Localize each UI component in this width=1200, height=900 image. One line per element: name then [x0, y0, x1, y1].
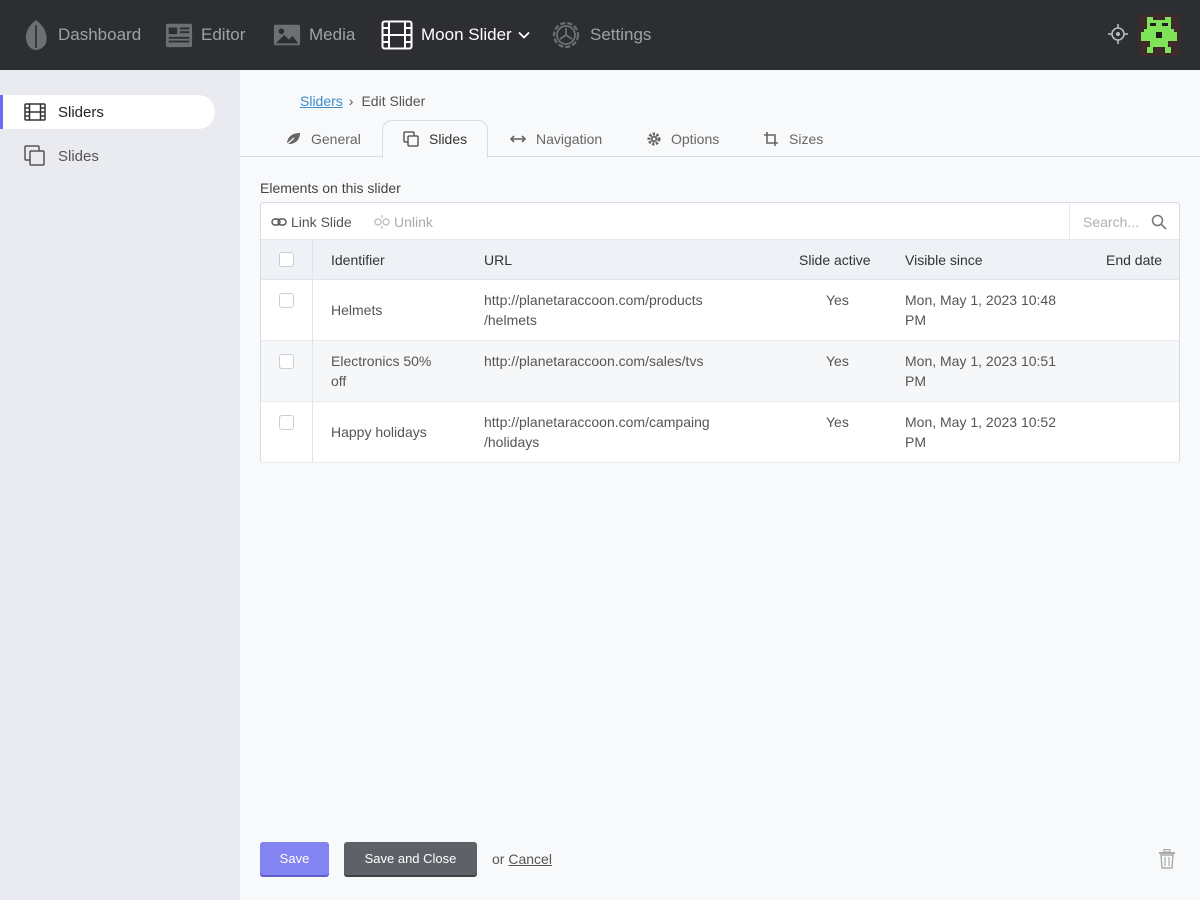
cell-url: http://planetaraccoon.com/products /helm… [484, 292, 703, 328]
arrows-horizontal-icon [510, 134, 526, 144]
cancel-group: or Cancel [492, 851, 552, 867]
nav-editor-label: Editor [201, 25, 246, 44]
sidebar-item-label: Sliders [58, 103, 104, 121]
copy-icon [403, 131, 419, 147]
cell-slide-active: Yes [826, 353, 849, 369]
breadcrumb-current: Edit Slider [361, 93, 426, 109]
link-slide-label: Link Slide [291, 213, 352, 230]
row-checkbox[interactable] [279, 293, 294, 308]
row-checkbox[interactable] [279, 354, 294, 369]
table-row[interactable]: Happy holidays http://planetaraccoon.com… [261, 402, 1179, 463]
trash-icon[interactable] [1158, 848, 1176, 874]
unlink-label: Unlink [394, 213, 433, 230]
copy-icon [24, 145, 46, 167]
tab-label: Slides [429, 131, 468, 147]
row-checkbox[interactable] [279, 415, 294, 430]
column-header-visible-since[interactable]: Visible since [905, 240, 983, 280]
unlink-icon [374, 214, 390, 229]
cell-visible-since: Mon, May 1, 2023 10:51 PM [905, 353, 1056, 389]
nav-media-label: Media [309, 25, 356, 44]
cell-identifier: Electronics 50% off [331, 353, 432, 389]
section-label: Elements on this slider [260, 180, 401, 196]
tab-bar: General Slides Navigation Options Sizes [240, 120, 1200, 158]
tab-navigation[interactable]: Navigation [490, 120, 622, 157]
search-placeholder: Search... [1083, 213, 1140, 230]
sidebar-item-slides[interactable]: Slides [0, 139, 215, 173]
tab-label: Navigation [536, 130, 603, 147]
cell-identifier: Helmets [331, 302, 383, 318]
nav-editor[interactable]: Editor [165, 0, 245, 70]
breadcrumb: Sliders › Edit Slider [300, 93, 425, 109]
breadcrumb-link-sliders[interactable]: Sliders [300, 93, 343, 109]
nav-moon-slider-label: Moon Slider [421, 25, 512, 44]
nav-settings-label: Settings [590, 25, 652, 44]
cell-slide-active: Yes [826, 292, 849, 308]
or-text: or [492, 851, 505, 867]
link-slide-button[interactable]: Link Slide [271, 203, 352, 240]
main-content: Sliders › Edit Slider General Slides Nav… [240, 70, 1200, 900]
column-header-identifier[interactable]: Identifier [331, 240, 385, 280]
column-header-url[interactable]: URL [484, 240, 512, 280]
gear-icon [550, 19, 582, 51]
tab-options[interactable]: Options [627, 120, 739, 157]
breadcrumb-separator: › [348, 93, 354, 109]
tab-slides[interactable]: Slides [382, 120, 489, 158]
cell-identifier: Happy holidays [331, 424, 427, 440]
tab-general[interactable]: General [265, 120, 381, 157]
top-navigation-bar: Dashboard Editor Media Moon Slider Setti… [0, 0, 1200, 70]
search-input[interactable]: Search... [1069, 203, 1179, 240]
tab-label: Options [671, 130, 720, 147]
unlink-button[interactable]: Unlink [374, 203, 433, 240]
cell-url: http://planetaraccoon.com/sales/tvs [484, 353, 704, 369]
link-icon [271, 217, 287, 227]
cell-visible-since: Mon, May 1, 2023 10:48 PM [905, 292, 1056, 328]
sidebar-item-label: Slides [58, 147, 99, 165]
cell-url: http://planetaraccoon.com/campaing /holi… [484, 414, 710, 450]
table-header: Identifier URL Slide active Visible sinc… [261, 240, 1179, 280]
slides-grid: Link Slide Unlink Search... Identifier U… [260, 202, 1180, 463]
grid-toolbar: Link Slide Unlink Search... [261, 203, 1179, 240]
nav-dashboard[interactable]: Dashboard [22, 0, 141, 70]
crop-icon [763, 131, 779, 147]
tab-label: Sizes [789, 130, 824, 147]
column-header-end-date[interactable]: End date [1106, 240, 1162, 280]
film-icon [381, 19, 413, 51]
newspaper-icon [165, 19, 193, 51]
cell-visible-since: Mon, May 1, 2023 10:52 PM [905, 414, 1056, 450]
select-all-checkbox[interactable] [279, 252, 294, 267]
table-row[interactable]: Electronics 50% off http://planetaraccoo… [261, 341, 1179, 402]
chevron-down-icon [518, 31, 530, 39]
cancel-link[interactable]: Cancel [508, 851, 552, 867]
avatar[interactable] [1138, 14, 1180, 56]
gear-icon [647, 132, 661, 146]
nav-dashboard-label: Dashboard [58, 25, 142, 44]
nav-moon-slider[interactable]: Moon Slider [381, 0, 530, 70]
cell-slide-active: Yes [826, 414, 849, 430]
image-icon [273, 19, 301, 51]
nav-settings[interactable]: Settings [550, 0, 651, 70]
sidebar: Sliders Slides [0, 70, 240, 900]
crosshair-icon[interactable] [1108, 22, 1128, 51]
column-header-slide-active[interactable]: Slide active [799, 240, 871, 280]
table-row[interactable]: Helmets http://planetaraccoon.com/produc… [261, 280, 1179, 341]
tab-sizes[interactable]: Sizes [743, 120, 843, 157]
sidebar-item-sliders[interactable]: Sliders [0, 95, 215, 129]
search-icon [1151, 214, 1167, 233]
leaf-icon [22, 19, 50, 51]
tab-label: General [311, 130, 361, 147]
save-and-close-button[interactable]: Save and Close [344, 842, 477, 875]
save-button[interactable]: Save [260, 842, 329, 875]
film-icon [24, 103, 46, 121]
nav-media[interactable]: Media [273, 0, 355, 70]
column-divider [312, 240, 313, 462]
leaf-icon [285, 132, 301, 146]
